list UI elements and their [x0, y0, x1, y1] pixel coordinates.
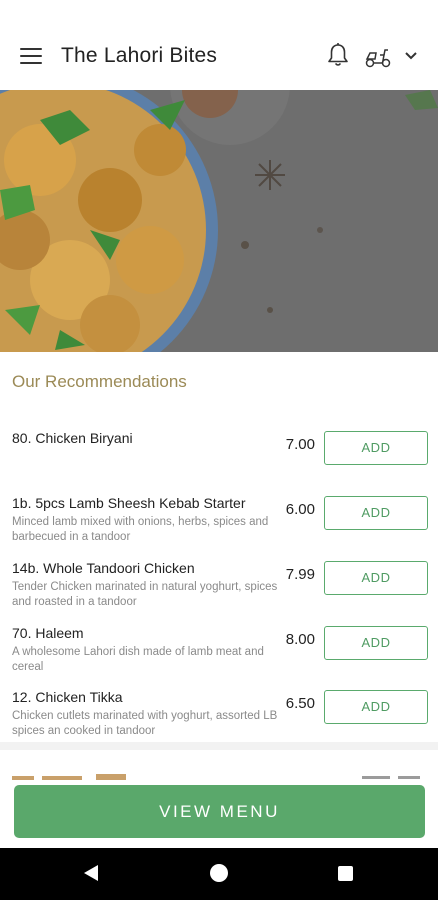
section-divider	[0, 742, 438, 750]
item-description: Chicken cutlets marinated with yoghurt, …	[12, 710, 278, 737]
item-price: 7.99	[285, 566, 315, 583]
item-name: 80. Chicken Biryani	[12, 430, 133, 446]
item-name: 12. Chicken Tikka	[12, 689, 123, 705]
view-menu-button[interactable]: VIEW MENU	[14, 785, 425, 838]
back-icon[interactable]	[82, 864, 100, 882]
item-name: 1b. 5pcs Lamb Sheesh Kebab Starter	[12, 495, 246, 511]
app-title: The Lahori Bites	[61, 44, 218, 67]
scooter-icon[interactable]	[364, 45, 392, 69]
chevron-down-icon[interactable]	[404, 51, 418, 61]
add-button[interactable]: ADD	[324, 431, 428, 465]
list-item: 12. Chicken Tikka Chicken cutlets marina…	[0, 679, 438, 741]
item-name: 70. Haleem	[12, 625, 84, 641]
item-description: Tender Chicken marinated in natural yogh…	[12, 581, 278, 608]
add-button[interactable]: ADD	[324, 626, 428, 660]
item-price: 8.00	[285, 631, 315, 648]
home-icon[interactable]	[210, 864, 228, 882]
list-item: 80. Chicken Biryani 7.00 ADD	[0, 420, 438, 482]
list-item: 1b. 5pcs Lamb Sheesh Kebab Starter Mince…	[0, 485, 438, 547]
bell-icon[interactable]	[326, 42, 350, 68]
item-price: 7.00	[285, 436, 315, 453]
recent-apps-icon[interactable]	[338, 866, 353, 881]
list-item: 14b. Whole Tandoori Chicken Tender Chick…	[0, 550, 438, 612]
add-button[interactable]: ADD	[324, 561, 428, 595]
item-description: A wholesome Lahori dish made of lamb mea…	[12, 646, 264, 673]
food-photo	[0, 90, 438, 352]
list-item: 70. Haleem A wholesome Lahori dish made …	[0, 615, 438, 677]
item-name: 14b. Whole Tandoori Chicken	[12, 560, 195, 576]
menu-icon[interactable]	[20, 48, 42, 66]
item-price: 6.00	[285, 501, 315, 518]
app-header: The Lahori Bites	[0, 0, 438, 90]
section-title-recommendations: Our Recommendations	[12, 372, 187, 391]
view-all-link-peek[interactable]	[362, 770, 428, 780]
item-description: Minced lamb mixed with onions, herbs, sp…	[12, 516, 269, 543]
next-section-title-peek	[12, 774, 126, 780]
item-price: 6.50	[285, 695, 315, 712]
add-button[interactable]: ADD	[324, 496, 428, 530]
hero-banner	[0, 90, 438, 352]
add-button[interactable]: ADD	[324, 690, 428, 724]
